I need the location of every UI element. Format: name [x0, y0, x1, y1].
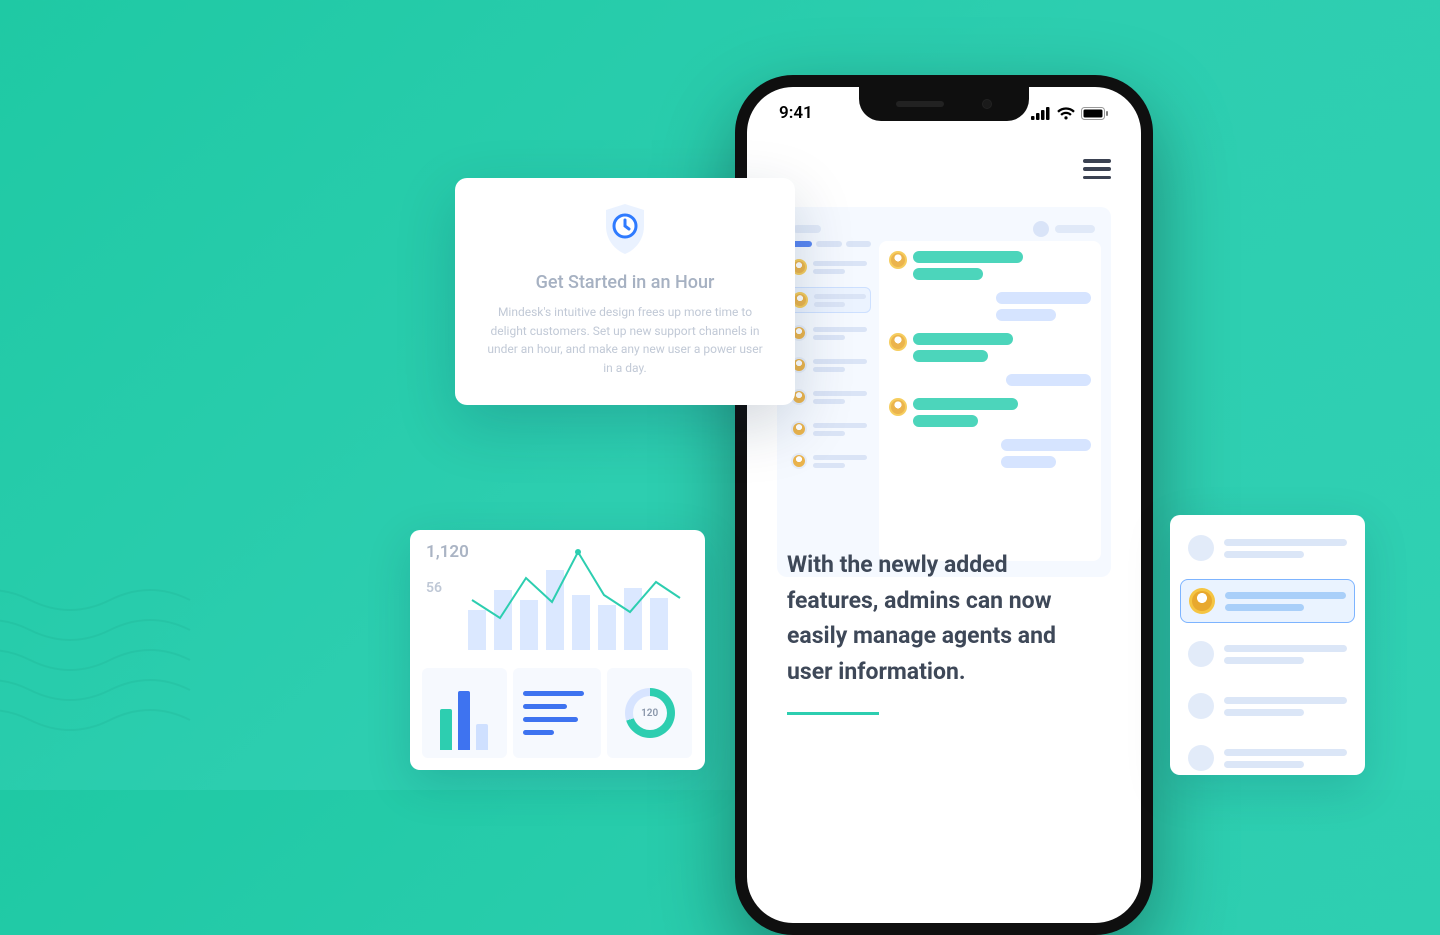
phone-mockup: 9:41 [735, 75, 1153, 935]
analytics-card: 1,120 56 120 [410, 530, 705, 770]
shield-clock-icon [602, 202, 648, 256]
mini-bar-chart [422, 668, 507, 758]
feature-title: Get Started in an Hour [483, 272, 767, 293]
contact-item-selected[interactable] [1180, 579, 1355, 623]
contacts-card [1170, 515, 1365, 775]
combo-chart [422, 540, 692, 660]
cellular-icon [1031, 107, 1051, 120]
menu-button[interactable] [1083, 159, 1111, 179]
contact-item[interactable] [1180, 527, 1355, 569]
mini-line-list [513, 668, 602, 758]
contact-item[interactable] [1180, 685, 1355, 727]
background-waves [0, 580, 210, 784]
contact-item[interactable] [1180, 737, 1355, 779]
phone-headline: With the newly added features, admins ca… [787, 547, 1101, 715]
status-time: 9:41 [779, 103, 813, 123]
contact-item[interactable] [1180, 633, 1355, 675]
phone-notch [859, 87, 1029, 121]
battery-icon [1081, 107, 1109, 120]
chat-illustration [777, 207, 1111, 577]
mini-donut-chart: 120 [607, 668, 692, 758]
feature-body: Mindesk's intuitive design frees up more… [483, 303, 767, 377]
headline-underline [787, 712, 879, 715]
donut-value: 120 [641, 708, 658, 719]
feature-card: Get Started in an Hour Mindesk's intuiti… [455, 178, 795, 405]
wifi-icon [1057, 107, 1075, 120]
